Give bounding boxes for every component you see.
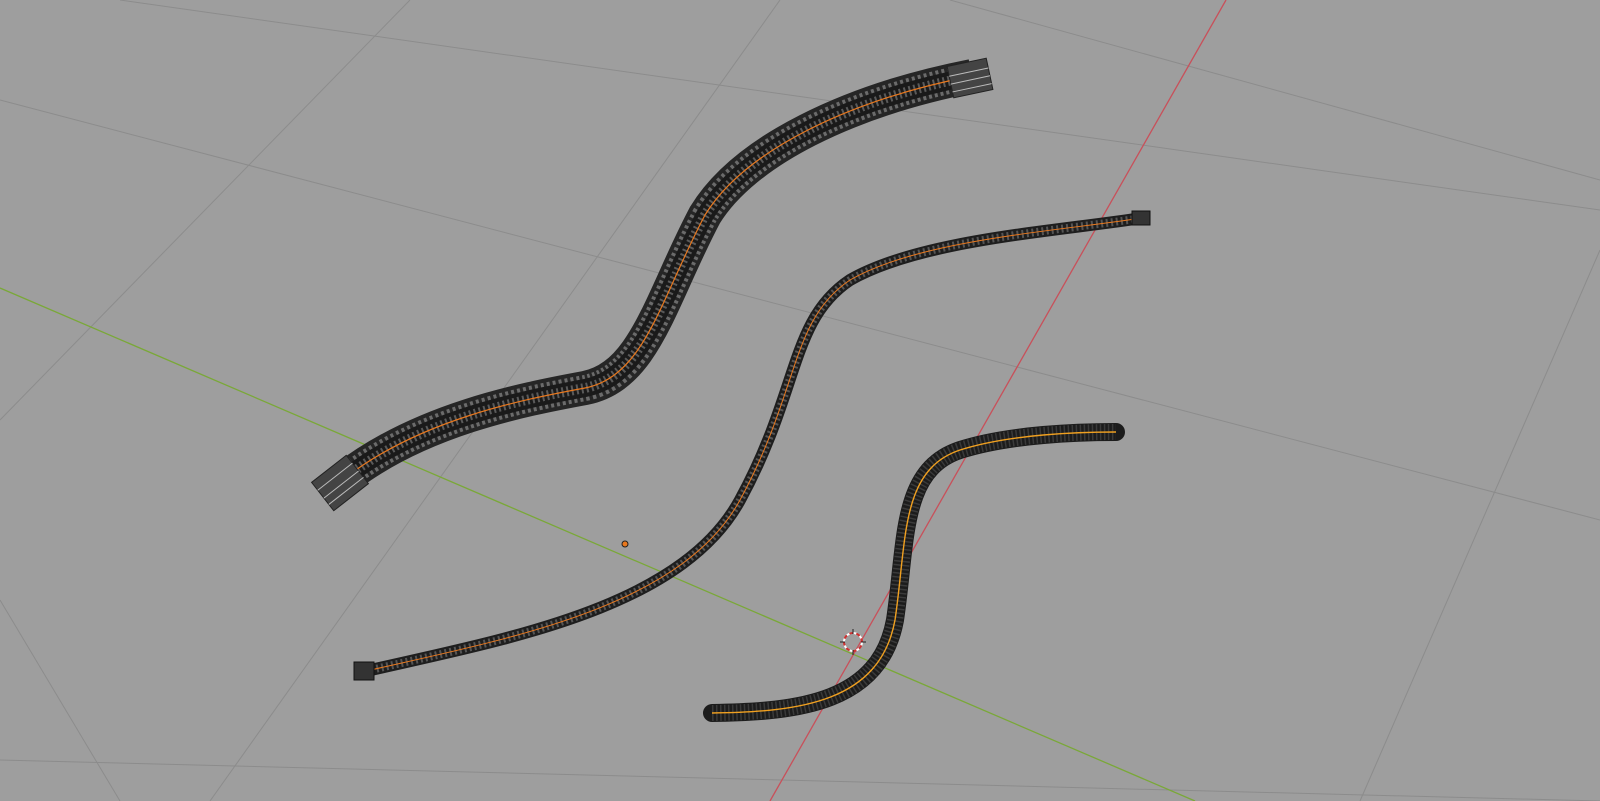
ribbon-cable[interactable]	[310, 57, 994, 512]
3d-viewport[interactable]	[0, 0, 1600, 801]
connector-end-icon	[353, 661, 375, 681]
thin-cable[interactable]	[353, 210, 1151, 681]
3d-cursor-icon[interactable]	[840, 629, 866, 655]
corrugated-hose[interactable]	[703, 423, 1125, 722]
object-origin-icon[interactable]	[621, 540, 629, 548]
y-axis-line	[0, 287, 1196, 801]
connector-end-icon	[1131, 210, 1151, 226]
